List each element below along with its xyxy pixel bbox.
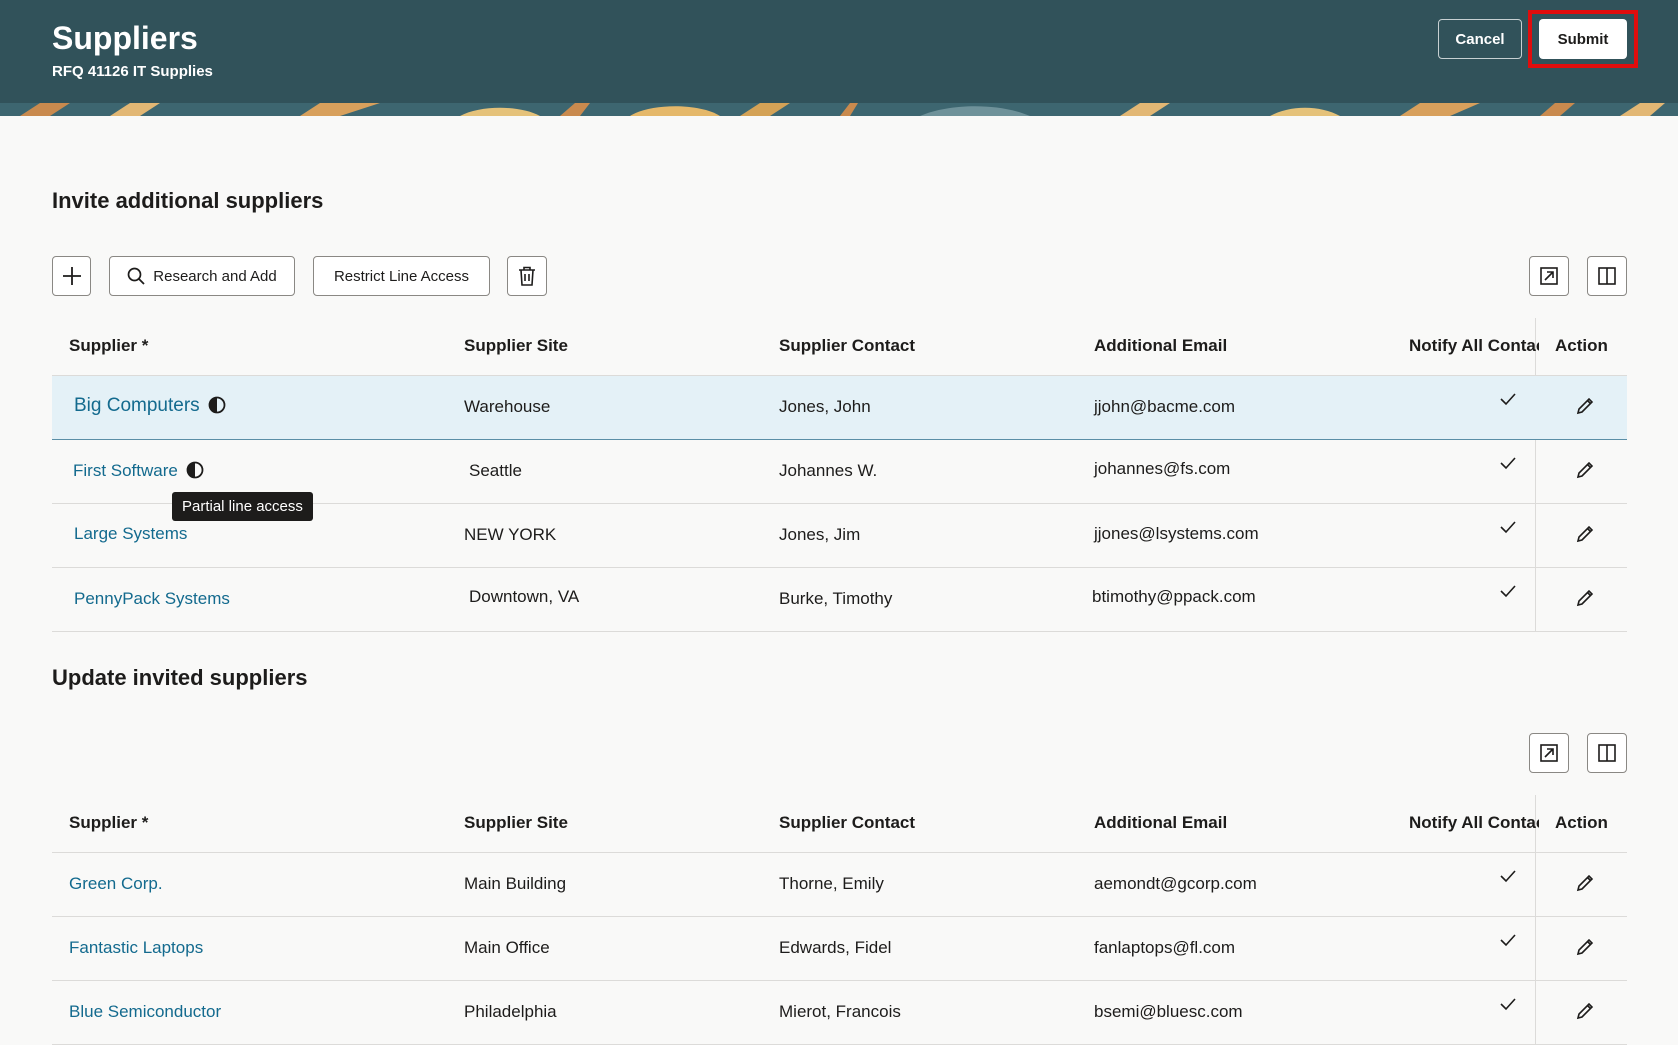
edit-icon[interactable]: [1575, 1001, 1595, 1026]
research-and-add-label: Research and Add: [153, 267, 277, 285]
update-suppliers-table: Supplier * Supplier Site Supplier Contac…: [52, 795, 1627, 1045]
column-header-email[interactable]: Additional Email: [1094, 813, 1227, 833]
supplier-site: Seattle: [469, 461, 522, 480]
plus-icon: [62, 266, 82, 286]
supplier-contact: Jones, Jim: [779, 525, 861, 544]
supplier-link[interactable]: Big Computers: [74, 395, 226, 420]
column-header-notify[interactable]: Notify All Contacts: [1409, 813, 1539, 833]
supplier-link[interactable]: Blue Semiconductor: [69, 1002, 221, 1022]
check-icon: [1500, 584, 1516, 603]
detach-icon: [1539, 266, 1559, 286]
edit-icon[interactable]: [1575, 524, 1595, 549]
supplier-site: NEW YORK: [464, 525, 557, 544]
supplier-link[interactable]: First Software: [73, 461, 204, 484]
header-decorative-band: [0, 103, 1678, 116]
supplier-site: Philadelphia: [464, 1002, 557, 1021]
supplier-contact: Burke, Timothy: [779, 589, 893, 608]
additional-email: bsemi@bluesc.com: [1094, 1002, 1243, 1021]
detach-table-button[interactable]: [1529, 256, 1569, 296]
page-title: Suppliers: [52, 20, 198, 56]
supplier-contact: Mierot, Francois: [779, 1002, 901, 1021]
trash-icon: [518, 266, 536, 286]
table-row[interactable]: Blue Semiconductor Philadelphia Mierot, …: [52, 981, 1627, 1045]
restrict-line-access-button[interactable]: Restrict Line Access: [313, 256, 490, 296]
check-icon: [1500, 392, 1516, 411]
cancel-button[interactable]: Cancel: [1438, 19, 1522, 59]
manage-columns-button[interactable]: [1587, 733, 1627, 773]
supplier-site: Main Building: [464, 874, 567, 893]
supplier-contact: Edwards, Fidel: [779, 938, 892, 957]
column-header-action: Action: [1555, 813, 1608, 832]
detach-icon: [1539, 743, 1559, 763]
supplier-site: Main Office: [464, 938, 550, 957]
additional-email: jjohn@bacme.com: [1094, 397, 1236, 416]
table-header: Supplier * Supplier Site Supplier Contac…: [52, 795, 1627, 853]
edit-icon[interactable]: [1575, 396, 1595, 421]
check-icon: [1500, 456, 1516, 475]
additional-email: fanlaptops@fl.com: [1094, 938, 1236, 957]
column-header-contact[interactable]: Supplier Contact: [779, 336, 915, 356]
supplier-site: Downtown, VA: [469, 587, 580, 606]
edit-icon[interactable]: [1575, 937, 1595, 962]
supplier-contact: Johannes W.: [779, 461, 878, 480]
detach-table-button[interactable]: [1529, 733, 1569, 773]
columns-icon: [1597, 743, 1617, 763]
column-header-supplier[interactable]: Supplier *: [69, 813, 148, 833]
column-header-notify[interactable]: Notify All Contacts: [1409, 336, 1539, 356]
column-header-contact[interactable]: Supplier Contact: [779, 813, 915, 833]
table-row[interactable]: Fantastic Laptops Main Office Edwards, F…: [52, 917, 1627, 981]
check-icon: [1500, 997, 1516, 1016]
additional-email: jjones@lsystems.com: [1094, 524, 1259, 543]
supplier-link[interactable]: Green Corp.: [69, 874, 163, 894]
table-header: Supplier * Supplier Site Supplier Contac…: [52, 318, 1627, 376]
column-header-action: Action: [1555, 336, 1608, 355]
additional-email: btimothy@ppack.com: [1092, 587, 1256, 606]
manage-columns-button[interactable]: [1587, 256, 1627, 296]
invite-section-title: Invite additional suppliers: [52, 188, 324, 213]
check-icon: [1500, 933, 1516, 952]
partial-access-icon[interactable]: [186, 461, 204, 484]
invite-suppliers-table: Supplier * Supplier Site Supplier Contac…: [52, 318, 1627, 632]
add-supplier-button[interactable]: [52, 256, 91, 296]
column-header-site[interactable]: Supplier Site: [464, 336, 568, 356]
column-header-email[interactable]: Additional Email: [1094, 336, 1227, 356]
check-icon: [1500, 869, 1516, 888]
table-row[interactable]: PennyPack Systems Downtown, VA Burke, Ti…: [52, 568, 1627, 632]
page-header: Suppliers RFQ 41126 IT Supplies Cancel S…: [0, 0, 1678, 103]
additional-email: aemondt@gcorp.com: [1094, 874, 1257, 893]
supplier-site: Warehouse: [464, 397, 551, 416]
column-header-site[interactable]: Supplier Site: [464, 813, 568, 833]
table-row[interactable]: Green Corp. Main Building Thorne, Emily …: [52, 853, 1627, 917]
column-header-supplier[interactable]: Supplier *: [69, 336, 148, 356]
table-row[interactable]: Big Computers Warehouse Jones, John jjoh…: [52, 376, 1627, 440]
supplier-link[interactable]: Fantastic Laptops: [69, 938, 203, 958]
submit-button[interactable]: Submit: [1539, 19, 1627, 59]
update-section-title: Update invited suppliers: [52, 665, 308, 690]
edit-icon[interactable]: [1575, 460, 1595, 485]
research-and-add-button[interactable]: Research and Add: [109, 256, 295, 296]
supplier-contact: Thorne, Emily: [779, 874, 884, 893]
edit-icon[interactable]: [1575, 588, 1595, 613]
search-icon: [127, 267, 145, 285]
partial-access-icon[interactable]: [208, 396, 226, 420]
page-subtitle: RFQ 41126 IT Supplies: [52, 63, 213, 80]
supplier-contact: Jones, John: [779, 397, 871, 416]
columns-icon: [1597, 266, 1617, 286]
edit-icon[interactable]: [1575, 873, 1595, 898]
additional-email: johannes@fs.com: [1094, 459, 1231, 478]
supplier-link[interactable]: PennyPack Systems: [74, 589, 230, 609]
check-icon: [1500, 520, 1516, 539]
delete-button[interactable]: [507, 256, 547, 296]
partial-line-access-tooltip: Partial line access: [172, 492, 313, 521]
supplier-link[interactable]: Large Systems: [74, 524, 187, 544]
